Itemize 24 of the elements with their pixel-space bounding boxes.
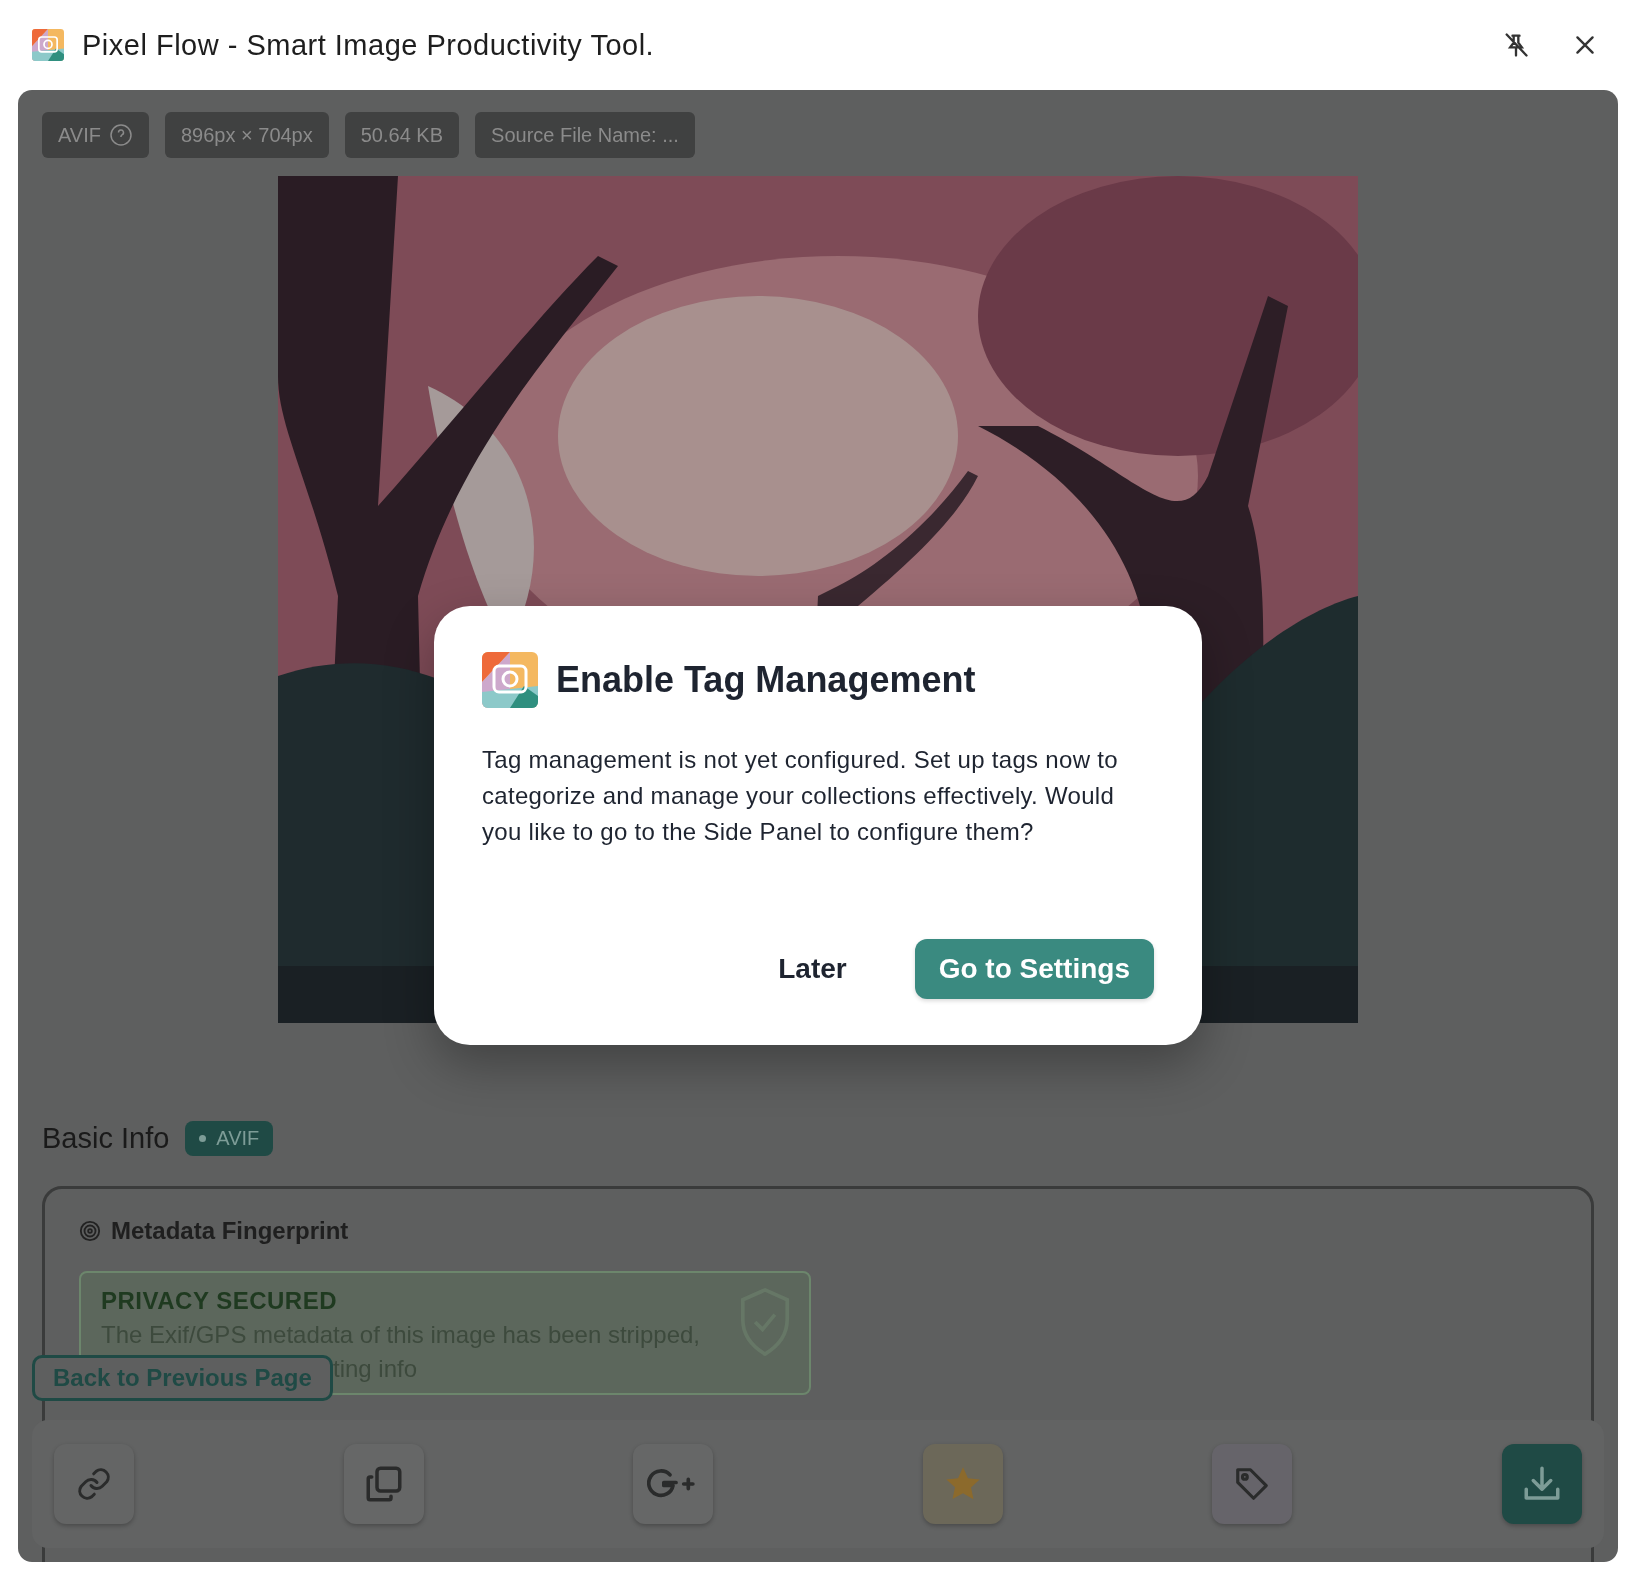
google-button[interactable] (633, 1444, 714, 1524)
star-button[interactable] (922, 1444, 1003, 1524)
app-logo (32, 29, 64, 61)
later-button[interactable]: Later (754, 939, 871, 999)
link-icon (76, 1466, 112, 1502)
dialog-title: Enable Tag Management (556, 659, 976, 701)
dialog-message: Tag management is not yet configured. Set up tags now to categorize and manage your collections effectively. Would you like to go to the Side Panel to configure them? (482, 745, 1119, 847)
info-chip: AVIF (42, 112, 149, 158)
link-button[interactable] (54, 1444, 134, 1524)
window-title: Pixel Flow - Smart Image Productivity Tool. (82, 28, 656, 62)
format-badge: AVIF (185, 1121, 274, 1156)
notice-heading: PRIVACY SECURED (101, 1287, 338, 1315)
help-icon (108, 123, 133, 147)
app-logo (482, 652, 538, 708)
section-heading: Basic Info (42, 1122, 170, 1155)
settings-button[interactable]: Go to Settings (914, 939, 1154, 999)
tag-button[interactable] (1212, 1444, 1293, 1524)
info-chip: Source File Name: ... (475, 112, 695, 158)
info-chip: 50.64 KB (344, 112, 460, 158)
info-chip: 896px × 704px (164, 112, 329, 158)
unpin-icon (1502, 31, 1530, 59)
copy-button[interactable] (343, 1444, 424, 1524)
card-title: Metadata Fingerprint (111, 1217, 349, 1245)
download-button[interactable] (1501, 1444, 1582, 1524)
